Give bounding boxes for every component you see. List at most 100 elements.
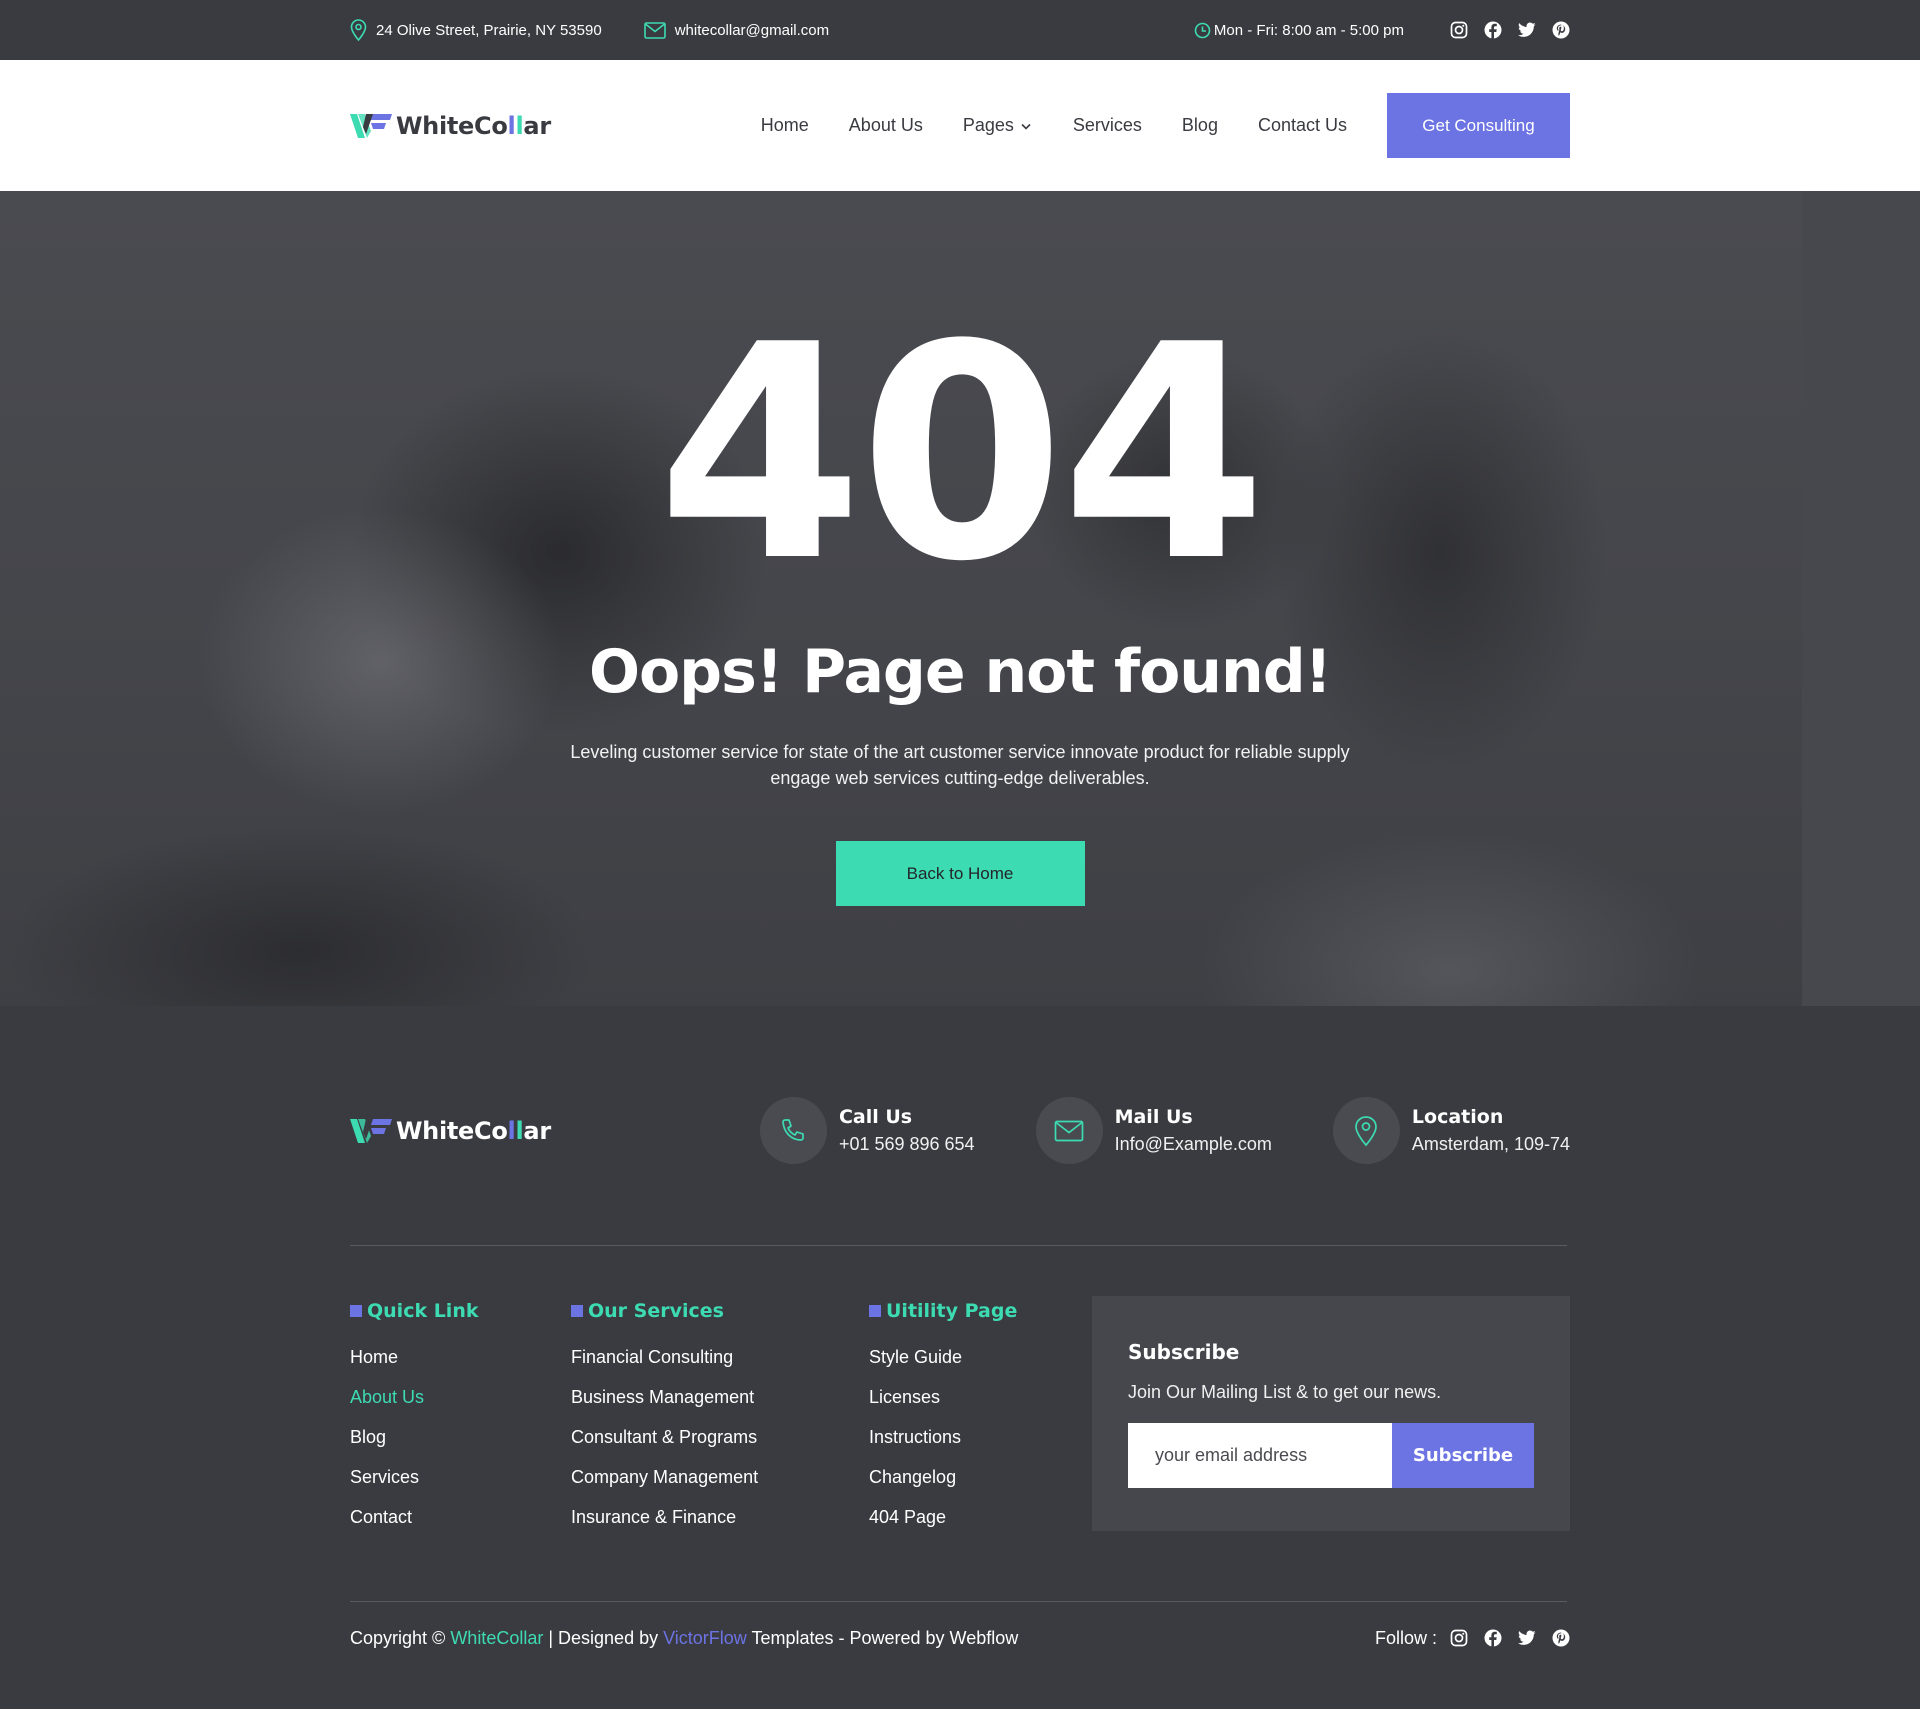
- contact-location-title: Location: [1411, 1106, 1504, 1128]
- subscribe-box: Subscribe Join Our Mailing List & to get…: [1092, 1296, 1570, 1531]
- our-services-column: Our Services Financial Consulting Busine…: [571, 1296, 869, 1545]
- contact-location-circle: [1332, 1097, 1400, 1164]
- footer-divider: [350, 1245, 1567, 1246]
- contact-mail-value: Info@Example.com: [1114, 1134, 1272, 1154]
- service-link-3[interactable]: Consultant & Programs: [571, 1425, 869, 1465]
- footer-bottom: Copyright © WhiteCollar | Designed by Vi…: [350, 1602, 1570, 1674]
- contact-mail-title: Mail Us: [1114, 1106, 1193, 1128]
- back-to-home-button[interactable]: Back to Home: [835, 841, 1085, 906]
- footer-columns: Quick Link Home About Us Blog Services C…: [350, 1296, 1570, 1545]
- quick-link-column: Quick Link Home About Us Blog Services C…: [350, 1296, 571, 1545]
- brand-name: WhiteCollar: [396, 111, 551, 140]
- our-services-heading: Our Services: [571, 1296, 869, 1326]
- main-navbar: WhiteCollar Home About Us Pages Services…: [0, 60, 1920, 191]
- nav-pages[interactable]: Pages: [963, 115, 1033, 136]
- utility-page-heading: Uitility Page: [869, 1296, 1091, 1326]
- footer-contacts: Call Us +01 569 896 654 Mail Us Info@Exa…: [759, 1097, 1570, 1164]
- contact-mail-circle: [1035, 1097, 1103, 1164]
- nav-home[interactable]: Home: [761, 115, 809, 136]
- subscribe-email-input[interactable]: [1128, 1423, 1392, 1488]
- heading-square-icon: [571, 1305, 583, 1317]
- nav-services[interactable]: Services: [1073, 115, 1142, 136]
- copyright-text: Copyright © WhiteCollar | Designed by Vi…: [350, 1627, 1019, 1648]
- error-description-line-2: engage web services cutting-edge deliver…: [770, 768, 1150, 788]
- nav-contact-us[interactable]: Contact Us: [1258, 115, 1347, 136]
- contact-call-value: +01 569 896 654: [838, 1134, 975, 1154]
- copyright-brand-link[interactable]: WhiteCollar: [450, 1628, 543, 1648]
- subscribe-text: Join Our Mailing List & to get our news.: [1128, 1382, 1442, 1402]
- footer-follow: Follow :: [1375, 1628, 1570, 1649]
- facebook-icon[interactable]: [1484, 1629, 1502, 1647]
- twitter-icon[interactable]: [1518, 21, 1536, 39]
- address-info: 24 Olive Street, Prairie, NY 53590: [350, 19, 602, 41]
- social-links: [1450, 21, 1570, 39]
- utility-link-style-guide[interactable]: Style Guide: [869, 1345, 1091, 1385]
- brand-logo[interactable]: WhiteCollar: [350, 111, 551, 141]
- utility-link-changelog[interactable]: Changelog: [869, 1465, 1091, 1505]
- quick-link-about-us[interactable]: About Us: [350, 1385, 571, 1425]
- contact-location[interactable]: Location Amsterdam, 109-74: [1332, 1097, 1570, 1164]
- footer-social-links: [1450, 1629, 1570, 1647]
- clock-icon: [1194, 22, 1211, 38]
- subscribe-title: Subscribe: [1128, 1340, 1240, 1364]
- follow-label: Follow :: [1374, 1627, 1437, 1648]
- contact-location-value: Amsterdam, 109-74: [1411, 1134, 1570, 1154]
- nav-about-us[interactable]: About Us: [849, 115, 923, 136]
- quick-link-heading: Quick Link: [350, 1296, 571, 1326]
- logo-mark-icon: [350, 1118, 392, 1143]
- facebook-icon[interactable]: [1484, 21, 1502, 39]
- mail-icon: [1054, 1120, 1084, 1141]
- service-link-4[interactable]: Company Management: [571, 1465, 869, 1505]
- phone-icon: [782, 1118, 805, 1141]
- quick-link-services[interactable]: Services: [350, 1465, 571, 1505]
- logo-mark-icon: [350, 113, 392, 138]
- get-consulting-button[interactable]: Get Consulting: [1387, 93, 1570, 158]
- contact-call-circle: [759, 1097, 827, 1164]
- designer-link[interactable]: VictorFlow: [663, 1628, 747, 1648]
- footer-brand-logo[interactable]: WhiteCollar: [350, 1116, 551, 1146]
- twitter-icon[interactable]: [1518, 1629, 1536, 1647]
- utility-link-instructions[interactable]: Instructions: [869, 1425, 1091, 1465]
- mail-icon: [643, 21, 666, 39]
- error-description-line-1: Leveling customer service for state of t…: [570, 742, 1350, 762]
- heading-square-icon: [869, 1305, 881, 1317]
- error-title: Oops! Page not found!: [588, 637, 1332, 707]
- service-link-1[interactable]: Financial Consulting: [571, 1345, 869, 1385]
- email-text[interactable]: whitecollar@gmail.com: [675, 22, 829, 39]
- contact-mail[interactable]: Mail Us Info@Example.com: [1035, 1097, 1272, 1164]
- contact-call-title: Call Us: [838, 1106, 913, 1128]
- location-pin-icon: [350, 19, 367, 41]
- nav-menu: Home About Us Pages Services Blog Contac…: [761, 115, 1347, 136]
- service-link-2[interactable]: Business Management: [571, 1385, 869, 1425]
- utility-link-licenses[interactable]: Licenses: [869, 1385, 1091, 1425]
- error-code: 404: [657, 281, 1267, 626]
- instagram-icon[interactable]: [1450, 1629, 1468, 1647]
- hours-info: Mon - Fri: 8:00 am - 5:00 pm: [1194, 22, 1404, 39]
- site-footer: WhiteCollar Call Us +01 569 896 654 Mail…: [0, 1006, 1920, 1709]
- nav-pages-label: Pages: [962, 115, 1014, 135]
- hero-content: 404 Oops! Page not found! Leveling custo…: [0, 191, 1920, 906]
- quick-link-contact[interactable]: Contact: [350, 1505, 571, 1545]
- hours-text: Mon - Fri: 8:00 am - 5:00 pm: [1213, 21, 1404, 39]
- location-pin-icon: [1355, 1115, 1378, 1146]
- top-bar: 24 Olive Street, Prairie, NY 53590 white…: [0, 0, 1920, 60]
- utility-link-404[interactable]: 404 Page: [869, 1505, 1091, 1545]
- utility-page-column: Uitility Page Style Guide Licenses Instr…: [869, 1296, 1091, 1545]
- email-info[interactable]: whitecollar@gmail.com: [643, 21, 829, 39]
- quick-link-blog[interactable]: Blog: [350, 1425, 571, 1465]
- service-link-5[interactable]: Insurance & Finance: [571, 1505, 869, 1545]
- address-text: 24 Olive Street, Prairie, NY 53590: [376, 21, 602, 39]
- error-description: Leveling customer service for state of t…: [510, 739, 1410, 791]
- hero-404: 404 Oops! Page not found! Leveling custo…: [0, 191, 1920, 1006]
- nav-blog[interactable]: Blog: [1182, 115, 1218, 136]
- subscribe-button[interactable]: Subscribe: [1392, 1423, 1534, 1488]
- chevron-down-icon: [1021, 123, 1031, 130]
- quick-link-home[interactable]: Home: [350, 1345, 571, 1385]
- subscribe-form: Subscribe: [1128, 1423, 1534, 1488]
- contact-call[interactable]: Call Us +01 569 896 654: [759, 1097, 975, 1164]
- instagram-icon[interactable]: [1450, 21, 1468, 39]
- pinterest-icon[interactable]: [1552, 1629, 1570, 1647]
- heading-square-icon: [350, 1305, 362, 1317]
- footer-brand-name: WhiteCollar: [396, 1116, 551, 1145]
- pinterest-icon[interactable]: [1552, 21, 1570, 39]
